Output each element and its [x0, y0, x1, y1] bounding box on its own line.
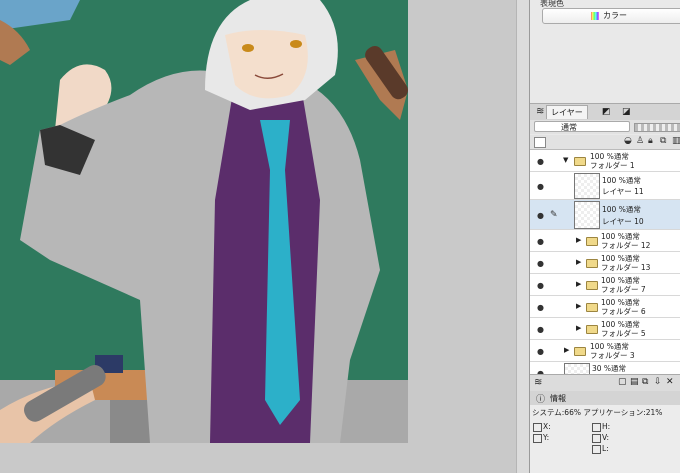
- x-coordinate: X:: [533, 422, 551, 432]
- duplicate-icon[interactable]: ⧉: [642, 377, 648, 387]
- layer-name: フォルダー 5: [601, 329, 646, 338]
- tab-navigator-icon[interactable]: ◩: [598, 105, 615, 119]
- visibility-eye-icon[interactable]: ●: [537, 157, 544, 166]
- info-tab-bar: ⓘ 情報: [530, 391, 680, 406]
- layer-bottom-toolbar: ≋ ▢ ▤ ⧉ ⇩ ✕: [530, 374, 680, 391]
- layer-tool-row: ◒ ♙ 🔒︎ ⧉ ▥: [530, 135, 680, 150]
- layer-row-folder-6[interactable]: ● ▶ 100 %通常 フォルダー 6: [530, 296, 680, 318]
- color-mode-select[interactable]: カラー: [542, 8, 680, 24]
- folder-icon: [586, 303, 598, 312]
- layer-color-checkbox[interactable]: [534, 137, 546, 148]
- layer-row-11[interactable]: ● 100 %通常 レイヤー 11: [530, 172, 680, 200]
- v-value: V:: [592, 433, 609, 443]
- layer-row-folder-7[interactable]: ● ▶ 100 %通常 フォルダー 7: [530, 274, 680, 296]
- folder-icon: [586, 237, 598, 246]
- tab-subview-icon[interactable]: ◪: [618, 105, 635, 119]
- visibility-eye-icon[interactable]: ●: [537, 303, 544, 312]
- folder-collapse-caret-icon[interactable]: ▶: [564, 346, 569, 354]
- visibility-eye-icon[interactable]: ●: [537, 211, 544, 220]
- layer-row-folder-1[interactable]: ● ▼ 100 %通常 フォルダー 1: [530, 150, 680, 172]
- folder-collapse-caret-icon[interactable]: ▶: [576, 258, 581, 266]
- color-swatch-icon: [591, 12, 599, 20]
- folder-collapse-caret-icon[interactable]: ▶: [576, 280, 581, 288]
- layer-name: フォルダー 6: [601, 307, 646, 316]
- v-box-icon: [592, 433, 601, 443]
- l-box-icon: [592, 444, 601, 454]
- y-box-icon: [533, 433, 542, 443]
- opacity-slider[interactable]: [634, 123, 680, 132]
- folder-expand-caret-icon[interactable]: ▼: [563, 156, 568, 164]
- layers-stack-icon[interactable]: ≋: [534, 377, 542, 388]
- layer-name: フォルダー 12: [601, 241, 651, 250]
- canvas-area[interactable]: [0, 0, 529, 473]
- blend-row: 通常: [530, 120, 680, 134]
- y-coordinate: Y:: [533, 433, 549, 443]
- l-value: L:: [592, 444, 609, 454]
- folder-collapse-caret-icon[interactable]: ▶: [576, 302, 581, 310]
- color-mode-value: カラー: [603, 11, 627, 20]
- tab-info[interactable]: 情報: [550, 393, 566, 404]
- h-value: H:: [592, 422, 610, 432]
- new-layer-icon[interactable]: ▢: [618, 377, 627, 387]
- x-box-icon: [533, 422, 542, 432]
- layer-row-folder-5[interactable]: ● ▶ 100 %通常 フォルダー 5: [530, 318, 680, 340]
- blend-mode-select[interactable]: 通常: [534, 121, 630, 132]
- layer-opacity-blend: 100 %通常: [602, 205, 641, 214]
- info-panel: システム:66% アプリケーション:21% X: Y: H: V: L:: [530, 405, 680, 473]
- right-panel: 表現色 カラー ≋ レイヤー ◩ ◪ 通常 ◒ ♙ 🔒︎ ⧉ ▥ ● ▼ 100…: [529, 0, 680, 473]
- artwork-illustration[interactable]: [0, 0, 408, 443]
- clip-icon[interactable]: ⧉: [660, 136, 666, 146]
- system-usage-text: システム:66% アプリケーション:21%: [532, 408, 663, 417]
- pen-edit-icon: ✎: [550, 210, 558, 220]
- layer-row-30[interactable]: ● 30 %通常: [530, 362, 680, 374]
- layer-name: フォルダー 7: [601, 285, 646, 294]
- visibility-eye-icon[interactable]: ●: [537, 325, 544, 334]
- reference-icon[interactable]: ♙: [636, 136, 644, 146]
- visibility-eye-icon[interactable]: ●: [537, 281, 544, 290]
- layer-tab-bar: ≋ レイヤー ◩ ◪: [530, 103, 680, 121]
- layer-thumbnail: [564, 363, 590, 374]
- folder-collapse-caret-icon[interactable]: ▶: [576, 236, 581, 244]
- layer-name: フォルダー 13: [601, 263, 651, 272]
- h-box-icon: [592, 422, 601, 432]
- layer-name: フォルダー 3: [590, 351, 635, 360]
- lock-icon[interactable]: 🔒︎: [648, 136, 653, 146]
- layer-row-folder-12[interactable]: ● ▶ 100 %通常 フォルダー 12: [530, 230, 680, 252]
- layer-row-folder-3[interactable]: ● ▶ 100 %通常 フォルダー 3: [530, 340, 680, 362]
- tab-layer[interactable]: レイヤー: [546, 105, 588, 119]
- merge-icon[interactable]: ⇩: [654, 377, 662, 387]
- new-folder-icon[interactable]: ▤: [630, 377, 639, 387]
- visibility-eye-icon[interactable]: ●: [537, 237, 544, 246]
- layer-opacity-blend: 30 %通常: [592, 364, 627, 373]
- visibility-eye-icon[interactable]: ●: [537, 347, 544, 356]
- layer-list: ● ▼ 100 %通常 フォルダー 1 ● 100 %通常 レイヤー 11 ● …: [530, 150, 680, 374]
- canvas-vertical-scrollbar[interactable]: [516, 0, 529, 473]
- folder-icon: [586, 259, 598, 268]
- layer-name: レイヤー 10: [602, 217, 644, 226]
- layer-thumbnail: [574, 173, 600, 199]
- visibility-eye-icon[interactable]: ●: [537, 182, 544, 191]
- folder-icon: [586, 281, 598, 290]
- more-icon[interactable]: ▥: [672, 136, 680, 146]
- folder-icon: [574, 347, 586, 356]
- layer-thumbnail: [574, 201, 600, 229]
- folder-icon: [586, 325, 598, 334]
- layer-name: レイヤー 11: [602, 187, 644, 196]
- layer-row-folder-13[interactable]: ● ▶ 100 %通常 フォルダー 13: [530, 252, 680, 274]
- layer-opacity-blend: 100 %通常: [602, 176, 641, 185]
- paint-bucket-icon[interactable]: ◒: [624, 136, 632, 146]
- info-icon: ⓘ: [536, 395, 546, 405]
- folder-open-icon: [574, 157, 586, 166]
- layer-name: フォルダー 1: [590, 161, 635, 170]
- folder-collapse-caret-icon[interactable]: ▶: [576, 324, 581, 332]
- delete-icon[interactable]: ✕: [666, 377, 674, 387]
- layer-row-10[interactable]: ● ✎ 100 %通常 レイヤー 10: [530, 200, 680, 230]
- visibility-eye-icon[interactable]: ●: [537, 259, 544, 268]
